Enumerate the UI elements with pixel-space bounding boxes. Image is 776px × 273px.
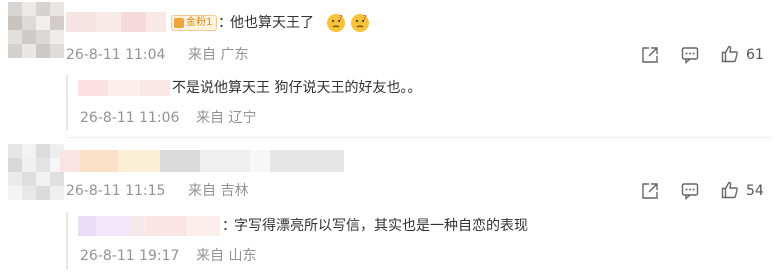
comment-time: 26-8-11 11:15	[66, 183, 166, 199]
comment-location: 来自 吉林	[188, 183, 249, 199]
thumbs-up-icon[interactable]	[720, 180, 740, 200]
reply-time: 26-8-11 11:06	[80, 110, 180, 126]
comment-text: 他也算天王了	[230, 15, 314, 31]
thinking-face-icon: ?	[351, 14, 369, 32]
share-icon[interactable]	[640, 181, 660, 201]
like-count: 54	[746, 183, 764, 199]
reply-username-blurred[interactable]	[78, 216, 220, 236]
reply-username-blurred[interactable]	[78, 80, 170, 96]
reply-time: 26-8-11 19:17	[80, 248, 180, 264]
svg-text:?: ?	[339, 14, 343, 22]
comment-divider	[66, 137, 770, 138]
avatar[interactable]	[8, 144, 64, 200]
reply-text: 字写得漂亮所以写信，其实也是一种自恋的表现	[234, 218, 528, 234]
fan-badge[interactable]: 金粉1	[171, 15, 218, 31]
comment-location: 来自 广东	[188, 47, 249, 63]
comment-icon[interactable]	[680, 45, 700, 65]
fan-badge-label: 金粉1	[186, 17, 213, 28]
reply-thread-line	[66, 212, 68, 270]
reply-location: 来自 辽宁	[196, 110, 257, 126]
svg-text:?: ?	[363, 14, 367, 22]
like-count: 61	[746, 47, 764, 63]
share-icon[interactable]	[640, 45, 660, 65]
avatar[interactable]	[8, 2, 64, 58]
reply-thread-line	[66, 75, 68, 130]
username-blurred[interactable]	[66, 12, 166, 32]
username-blurred[interactable]	[60, 150, 344, 172]
comment-time: 26-8-11 11:04	[66, 47, 166, 63]
comment-icon[interactable]	[680, 181, 700, 201]
thumbs-up-icon[interactable]	[720, 44, 740, 64]
reply-location: 来自 山东	[196, 248, 257, 264]
reply-text: 不是说他算天王 狗仔说天王的好友也。。	[172, 80, 422, 96]
thinking-face-icon: ?	[327, 14, 345, 32]
medal-icon	[174, 18, 184, 28]
